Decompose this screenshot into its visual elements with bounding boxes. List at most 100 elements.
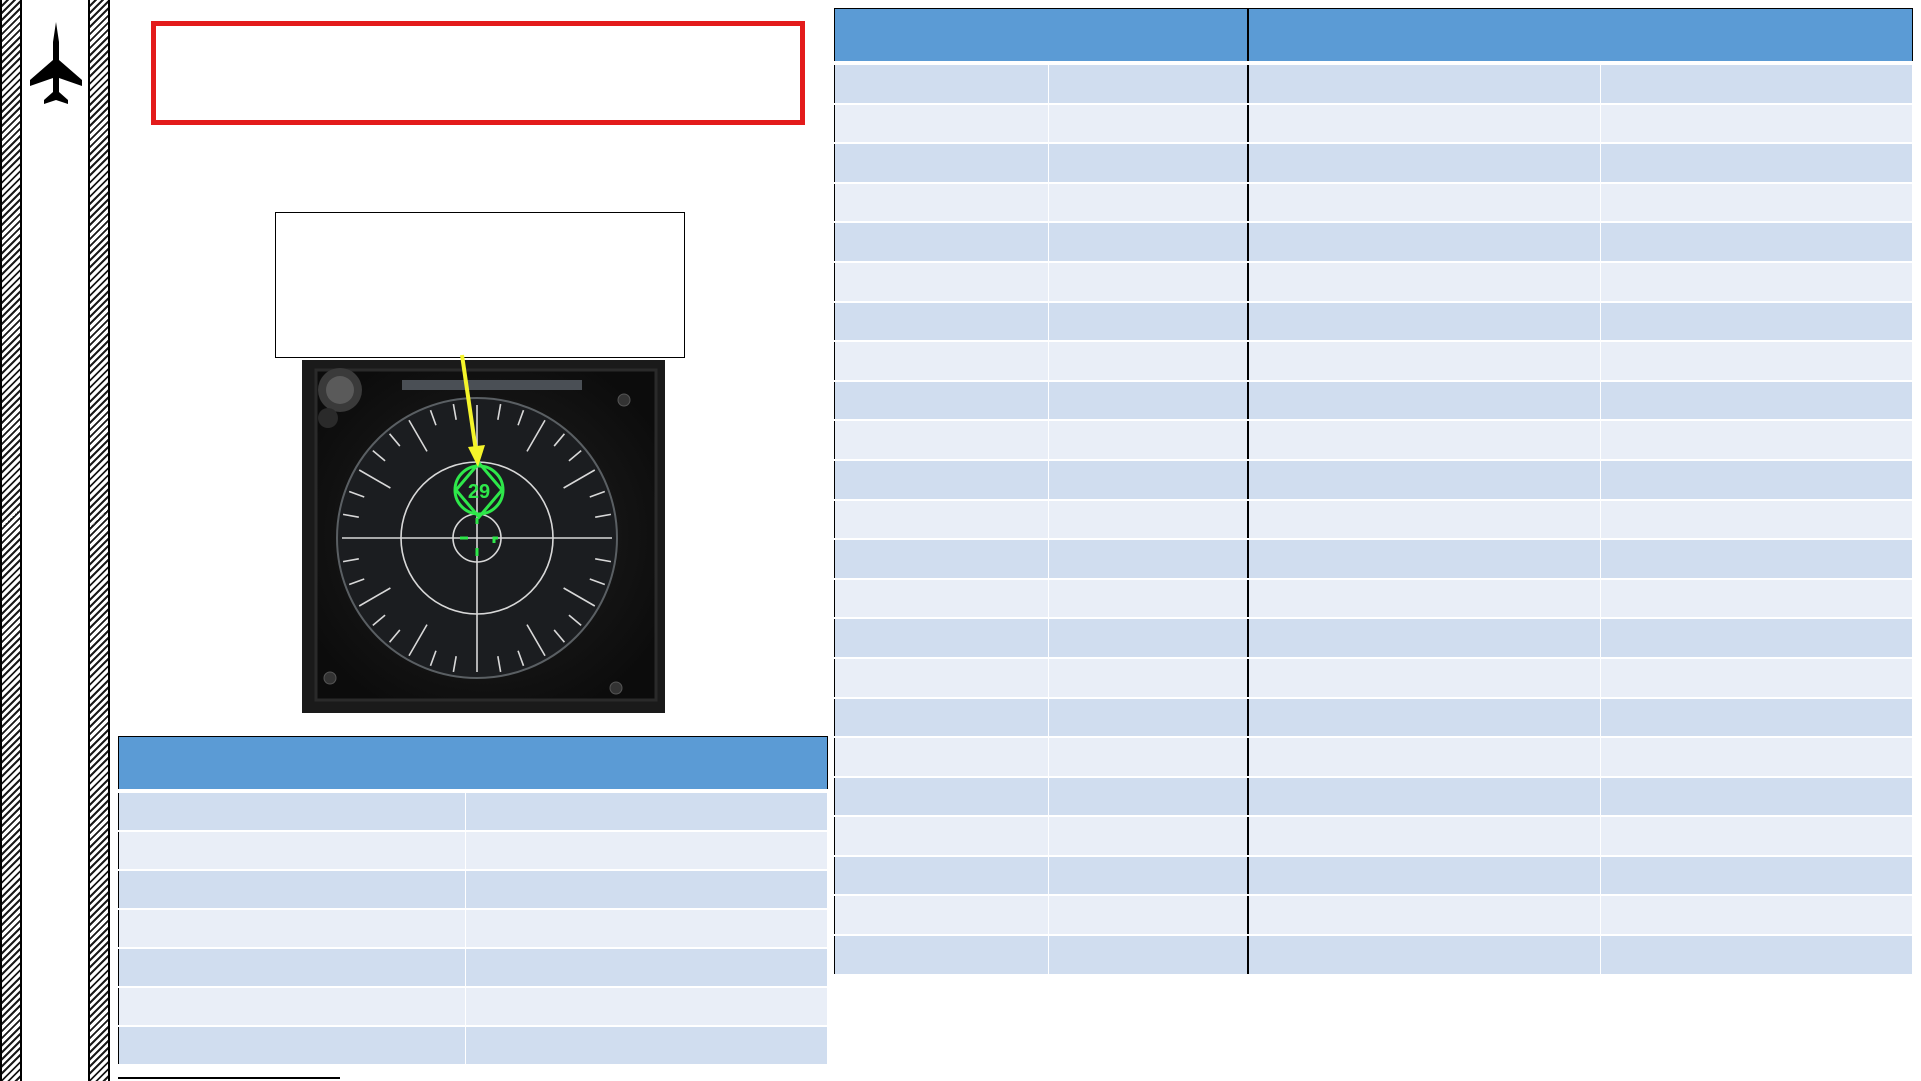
table-cell bbox=[1600, 776, 1913, 818]
right-hatch-rail bbox=[88, 0, 110, 1081]
table-row bbox=[834, 341, 1913, 382]
table-cell bbox=[834, 935, 1049, 976]
table-cell bbox=[1247, 816, 1601, 857]
right-table bbox=[834, 8, 1913, 976]
table-cell bbox=[834, 697, 1049, 739]
table-cell bbox=[834, 855, 1049, 897]
table-cell bbox=[834, 816, 1049, 857]
table-cell bbox=[834, 420, 1049, 461]
table-cell bbox=[118, 870, 466, 910]
table-cell bbox=[1600, 657, 1913, 699]
table-cell bbox=[1247, 103, 1601, 145]
table-cell bbox=[834, 143, 1049, 184]
table-cell bbox=[1600, 618, 1913, 659]
table-cell bbox=[834, 539, 1049, 580]
table-cell bbox=[1247, 855, 1601, 897]
table-cell bbox=[465, 831, 828, 871]
table-cell bbox=[118, 909, 466, 949]
left-hatch-rail bbox=[0, 0, 22, 1081]
table-cell bbox=[1247, 935, 1601, 976]
table-cell bbox=[1600, 143, 1913, 184]
table-cell bbox=[1048, 539, 1249, 580]
table-cell bbox=[1247, 459, 1601, 501]
table-cell bbox=[1247, 578, 1601, 620]
target-symbol-value: 29 bbox=[468, 481, 490, 503]
table-cell bbox=[834, 895, 1049, 937]
table-cell bbox=[834, 301, 1049, 343]
table-cell bbox=[834, 380, 1049, 422]
table-cell bbox=[465, 987, 828, 1027]
table-cell bbox=[834, 578, 1049, 620]
table-cell bbox=[1247, 539, 1601, 580]
table-cell bbox=[1247, 737, 1601, 778]
table-row bbox=[834, 737, 1913, 778]
table-cell bbox=[1048, 103, 1249, 145]
table-cell bbox=[1048, 222, 1249, 263]
table-row bbox=[118, 987, 828, 1027]
table-cell bbox=[834, 63, 1049, 105]
table-cell bbox=[1247, 261, 1601, 303]
table-cell bbox=[1247, 657, 1601, 699]
table-cell bbox=[1048, 816, 1249, 857]
table-cell bbox=[1247, 301, 1601, 343]
table-cell bbox=[834, 657, 1049, 699]
table-cell bbox=[1048, 341, 1249, 382]
table-cell bbox=[118, 791, 466, 832]
table-cell bbox=[1247, 63, 1601, 105]
table-cell bbox=[834, 341, 1049, 382]
table-row bbox=[834, 816, 1913, 857]
table-cell bbox=[1247, 143, 1601, 184]
table-cell bbox=[1048, 499, 1249, 541]
table-cell bbox=[465, 870, 828, 910]
table-cell bbox=[1048, 935, 1249, 976]
table-cell bbox=[1600, 935, 1913, 976]
table-cell bbox=[118, 1026, 466, 1066]
table-row bbox=[834, 380, 1913, 422]
table-cell bbox=[1048, 895, 1249, 937]
table-row bbox=[834, 222, 1913, 263]
table-cell bbox=[118, 987, 466, 1027]
table-cell bbox=[1048, 63, 1249, 105]
table-row bbox=[118, 870, 828, 910]
table-cell bbox=[1048, 182, 1249, 224]
title-box bbox=[151, 21, 805, 125]
table-row bbox=[834, 459, 1913, 501]
table-cell bbox=[1048, 143, 1249, 184]
table-row bbox=[118, 831, 828, 871]
table-row bbox=[834, 895, 1913, 937]
table-cell bbox=[1247, 499, 1601, 541]
right-table-header-right bbox=[1247, 8, 1913, 65]
page: 29 bbox=[0, 0, 1921, 1081]
table-cell bbox=[1600, 301, 1913, 343]
table-cell bbox=[1600, 420, 1913, 461]
callout-box bbox=[275, 212, 685, 358]
table-cell bbox=[1048, 578, 1249, 620]
table-cell bbox=[1247, 420, 1601, 461]
table-cell bbox=[465, 948, 828, 988]
table-cell bbox=[834, 182, 1049, 224]
table-cell bbox=[834, 103, 1049, 145]
table-cell bbox=[1048, 459, 1249, 501]
table-cell bbox=[1600, 103, 1913, 145]
table-row bbox=[118, 909, 828, 949]
table-cell bbox=[1600, 380, 1913, 422]
table-cell bbox=[1600, 697, 1913, 739]
table-cell bbox=[465, 1026, 828, 1066]
table-row bbox=[834, 697, 1913, 739]
footer-rule bbox=[118, 1077, 340, 1079]
table-row bbox=[118, 791, 828, 832]
table-cell bbox=[1247, 776, 1601, 818]
table-row bbox=[118, 1026, 828, 1066]
table-cell bbox=[1600, 855, 1913, 897]
table-cell bbox=[465, 791, 828, 832]
table-row bbox=[834, 63, 1913, 105]
table-cell bbox=[1247, 895, 1601, 937]
table-cell bbox=[834, 618, 1049, 659]
table-row bbox=[834, 935, 1913, 976]
table-row bbox=[834, 539, 1913, 580]
table-row bbox=[834, 103, 1913, 145]
table-cell bbox=[1048, 380, 1249, 422]
table-cell bbox=[834, 222, 1049, 263]
fighter-jet-icon bbox=[30, 22, 82, 104]
table-cell bbox=[1048, 776, 1249, 818]
